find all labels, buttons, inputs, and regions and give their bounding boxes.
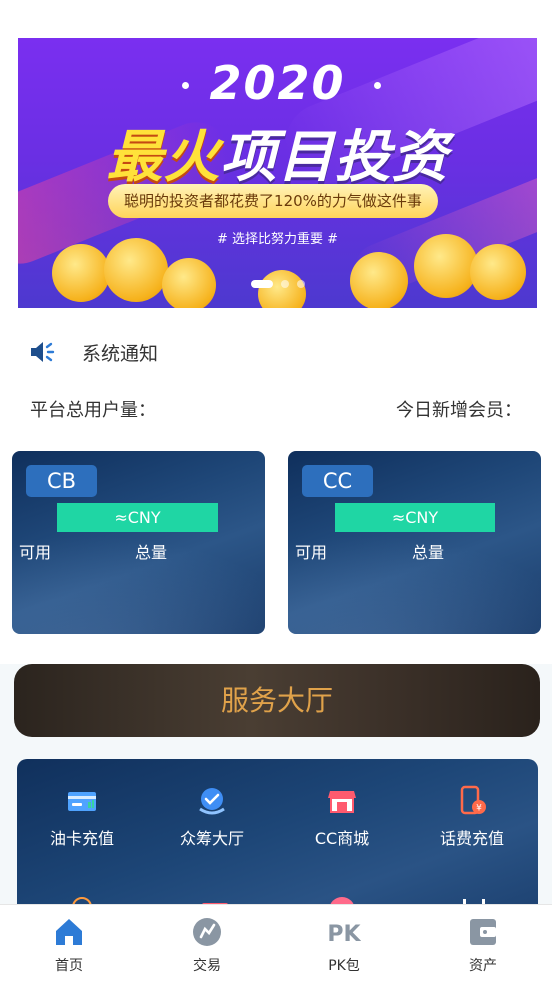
tab-label: 资产	[469, 958, 497, 974]
currency-code: CC	[302, 465, 373, 497]
total-users-label: 平台总用户量：	[30, 400, 156, 421]
service-hall-title: 服务大厅	[220, 684, 333, 717]
speaker-icon	[31, 342, 55, 362]
system-notice[interactable]: 系统通知	[28, 334, 158, 370]
trade-icon	[193, 918, 221, 946]
tab-label: 交易	[193, 958, 221, 974]
cny-value-bar: ≈CNY	[57, 503, 218, 532]
service-label: 油卡充值	[49, 829, 114, 848]
notice-text: 系统通知	[82, 342, 159, 365]
carousel-indicator	[18, 273, 537, 292]
currency-card-cb[interactable]: CB ≈CNY 可用 总量	[12, 451, 265, 634]
phone-recharge-icon: ¥	[460, 785, 486, 815]
total-label: 总量	[412, 543, 445, 562]
banner-headline: 最火项目投资	[18, 112, 537, 193]
tab-pk[interactable]: PK PK包	[304, 915, 384, 975]
home-icon	[56, 919, 82, 945]
available-label: 可用	[295, 543, 328, 562]
banner-tagline: 聪明的投资者都花费了120%的力气做这件事	[108, 184, 438, 218]
tab-label: 首页	[55, 958, 83, 974]
new-members-label: 今日新增会员：	[396, 400, 522, 421]
promo-banner[interactable]: 2020 最火项目投资 聪明的投资者都花费了120%的力气做这件事 # 选择比努…	[18, 38, 537, 308]
svg-text:PK: PK	[327, 922, 361, 947]
service-label: CC商城	[314, 829, 370, 848]
service-phone-recharge[interactable]: ¥ 话费充值	[407, 785, 537, 849]
shop-icon	[328, 791, 356, 813]
currency-card-cc[interactable]: CC ≈CNY 可用 总量	[288, 451, 541, 634]
tab-home[interactable]: 首页	[29, 915, 109, 975]
tab-label: PK包	[328, 958, 360, 974]
carousel-dot[interactable]	[280, 279, 289, 288]
pk-icon: PK	[327, 922, 361, 947]
wallet-icon	[470, 919, 496, 945]
currency-code: CB	[26, 465, 97, 497]
fuel-card-icon	[68, 792, 96, 811]
platform-stats: 平台总用户量： 今日新增会员：	[30, 396, 522, 422]
service-fuel-card[interactable]: 油卡充值	[17, 785, 147, 849]
banner-headline-rest: 项目投资	[220, 125, 449, 190]
carousel-dot-active[interactable]	[250, 279, 273, 288]
service-hall-banner[interactable]: 服务大厅	[14, 664, 540, 737]
banner-headline-hot: 最火	[106, 125, 221, 190]
service-crowdfunding[interactable]: 众筹大厅	[147, 785, 277, 849]
carousel-dot[interactable]	[296, 279, 305, 288]
total-label: 总量	[135, 543, 168, 562]
service-shop[interactable]: CC商城	[277, 785, 407, 849]
available-label: 可用	[19, 543, 52, 562]
tab-assets[interactable]: 资产	[443, 915, 523, 975]
tab-trade[interactable]: 交易	[167, 915, 247, 975]
coin-decoration	[104, 238, 168, 302]
cny-value-bar: ≈CNY	[335, 503, 495, 532]
svg-text:¥: ¥	[476, 804, 482, 814]
crowdfunding-icon	[199, 788, 225, 815]
banner-year: 2020	[209, 56, 346, 110]
service-label: 话费充值	[439, 829, 504, 848]
bottom-tab-bar: 首页 交易 PK PK包 资产	[0, 904, 552, 981]
service-label: 众筹大厅	[179, 829, 244, 848]
